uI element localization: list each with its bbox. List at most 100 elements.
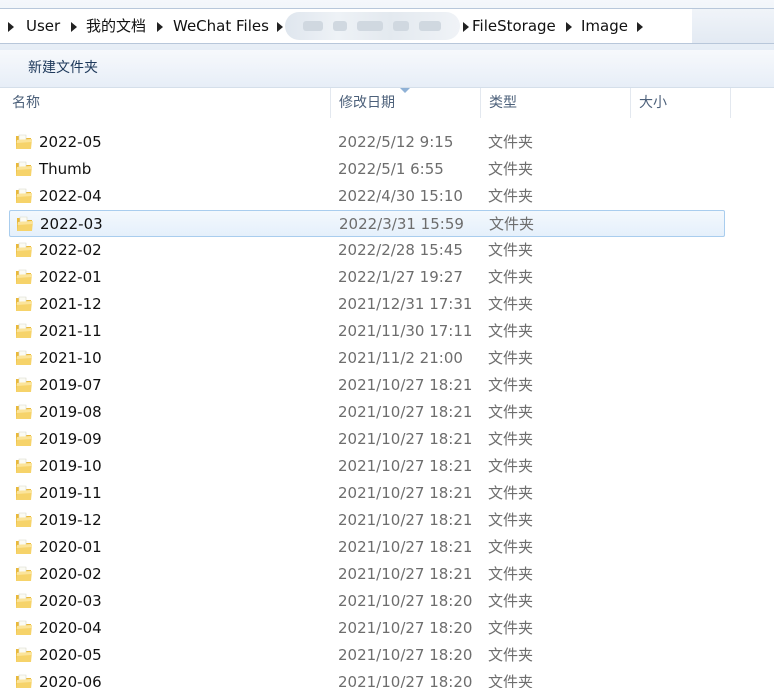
folder-icon xyxy=(14,268,34,286)
file-type: 文件夹 xyxy=(488,565,534,583)
breadcrumb-item-redacted[interactable] xyxy=(285,12,460,40)
file-type: 文件夹 xyxy=(488,403,534,421)
folder-icon xyxy=(14,403,34,421)
file-row[interactable]: 2019-08 2021/10/27 18:21 文件夹 xyxy=(0,399,774,426)
file-row[interactable]: 2022-05 2022/5/12 9:15 文件夹 xyxy=(0,129,774,156)
file-row[interactable]: 2021-10 2021/11/2 21:00 文件夹 xyxy=(0,345,774,372)
file-modified-date: 2021/10/27 18:21 xyxy=(338,565,473,583)
file-row[interactable]: 2020-01 2021/10/27 18:21 文件夹 xyxy=(0,534,774,561)
file-row[interactable]: 2019-11 2021/10/27 18:21 文件夹 xyxy=(0,480,774,507)
file-row[interactable]: 2020-05 2021/10/27 18:20 文件夹 xyxy=(0,642,774,669)
folder-icon xyxy=(14,187,34,205)
breadcrumb-separator-icon[interactable] xyxy=(277,22,283,32)
folder-icon xyxy=(14,376,34,394)
file-row[interactable]: 2022-04 2022/4/30 15:10 文件夹 xyxy=(0,183,774,210)
breadcrumb-item-image[interactable]: Image xyxy=(581,9,628,43)
file-row[interactable]: 2020-06 2021/10/27 18:20 文件夹 xyxy=(0,669,774,688)
file-modified-date: 2022/4/30 15:10 xyxy=(338,187,463,205)
file-modified-date: 2021/10/27 18:21 xyxy=(338,511,473,529)
file-type: 文件夹 xyxy=(488,484,534,502)
folder-icon xyxy=(14,646,34,664)
folder-icon xyxy=(14,538,34,556)
file-modified-date: 2021/10/27 18:20 xyxy=(338,646,473,664)
breadcrumb-item-user[interactable]: User xyxy=(26,9,60,43)
folder-icon xyxy=(14,511,34,529)
column-header-name[interactable]: 名称 xyxy=(4,88,331,118)
breadcrumb-item-wechat-files[interactable]: WeChat Files xyxy=(173,9,269,43)
file-modified-date: 2021/10/27 18:21 xyxy=(338,403,473,421)
file-row[interactable]: 2019-09 2021/10/27 18:21 文件夹 xyxy=(0,426,774,453)
file-name: 2019-12 xyxy=(39,511,102,529)
file-row[interactable]: 2020-03 2021/10/27 18:20 文件夹 xyxy=(0,588,774,615)
file-row[interactable]: 2019-07 2021/10/27 18:21 文件夹 xyxy=(0,372,774,399)
file-type: 文件夹 xyxy=(488,538,534,556)
file-type: 文件夹 xyxy=(488,430,534,448)
file-row[interactable]: 2020-02 2021/10/27 18:21 文件夹 xyxy=(0,561,774,588)
file-row[interactable]: 2022-01 2022/1/27 19:27 文件夹 xyxy=(0,264,774,291)
file-name: 2021-11 xyxy=(39,322,102,340)
breadcrumb-item-filestorage[interactable]: FileStorage xyxy=(472,9,556,43)
file-modified-date: 2021/11/30 17:11 xyxy=(338,322,473,340)
breadcrumb-item-my-documents[interactable]: 我的文档 xyxy=(86,9,146,43)
file-type: 文件夹 xyxy=(488,268,534,286)
file-modified-date: 2021/10/27 18:21 xyxy=(338,538,473,556)
breadcrumb[interactable]: User 我的文档 WeChat Files FileStorage Image xyxy=(0,8,693,44)
folder-icon xyxy=(14,592,34,610)
file-name: 2022-04 xyxy=(39,187,102,205)
folder-icon xyxy=(14,241,34,259)
file-name: 2021-10 xyxy=(39,349,102,367)
file-type: 文件夹 xyxy=(488,187,534,205)
column-header-type[interactable]: 类型 xyxy=(481,88,631,118)
file-name: Thumb xyxy=(39,160,92,178)
folder-icon xyxy=(14,430,34,448)
file-row[interactable]: 2020-04 2021/10/27 18:20 文件夹 xyxy=(0,615,774,642)
file-row[interactable]: Thumb 2022/5/1 6:55 文件夹 xyxy=(0,156,774,183)
file-name: 2022-01 xyxy=(39,268,102,286)
column-header-size[interactable]: 大小 xyxy=(631,88,731,118)
new-folder-button[interactable]: 新建文件夹 xyxy=(18,56,108,80)
file-row[interactable]: 2019-12 2021/10/27 18:21 文件夹 xyxy=(0,507,774,534)
folder-icon xyxy=(14,160,34,178)
address-bar-right-area xyxy=(692,8,774,44)
file-type: 文件夹 xyxy=(488,673,534,688)
address-bar: User 我的文档 WeChat Files FileStorage Image xyxy=(0,0,774,50)
file-name: 2021-12 xyxy=(39,295,102,313)
file-type: 文件夹 xyxy=(488,160,534,178)
file-modified-date: 2021/10/27 18:21 xyxy=(338,484,473,502)
breadcrumb-separator-icon[interactable] xyxy=(157,22,163,32)
file-modified-date: 2022/5/1 6:55 xyxy=(338,160,444,178)
folder-icon xyxy=(14,673,34,688)
folder-icon xyxy=(14,457,34,475)
folder-icon xyxy=(14,484,34,502)
breadcrumb-separator-icon[interactable] xyxy=(637,22,643,32)
folder-icon xyxy=(14,295,34,313)
file-name: 2019-07 xyxy=(39,376,102,394)
file-type: 文件夹 xyxy=(488,457,534,475)
file-name: 2020-01 xyxy=(39,538,102,556)
file-name: 2019-08 xyxy=(39,403,102,421)
breadcrumb-separator-icon[interactable] xyxy=(566,22,572,32)
file-type: 文件夹 xyxy=(488,295,534,313)
file-row[interactable]: 2019-10 2021/10/27 18:21 文件夹 xyxy=(0,453,774,480)
file-row[interactable]: 2021-12 2021/12/31 17:31 文件夹 xyxy=(0,291,774,318)
file-modified-date: 2021/11/2 21:00 xyxy=(338,349,463,367)
file-name: 2019-11 xyxy=(39,484,102,502)
file-row[interactable]: 2021-11 2021/11/30 17:11 文件夹 xyxy=(0,318,774,345)
file-name: 2022-05 xyxy=(39,133,102,151)
file-modified-date: 2021/12/31 17:31 xyxy=(338,295,473,313)
breadcrumb-separator-icon[interactable] xyxy=(463,22,469,32)
file-name: 2020-06 xyxy=(39,673,102,688)
toolbar: 新建文件夹 xyxy=(0,50,774,88)
breadcrumb-root-arrow-icon[interactable] xyxy=(8,22,14,32)
file-row[interactable]: 2022-03 2022/3/31 15:59 文件夹 xyxy=(9,210,725,237)
file-modified-date: 2021/10/27 18:20 xyxy=(338,592,473,610)
file-name: 2020-03 xyxy=(39,592,102,610)
file-modified-date: 2022/3/31 15:59 xyxy=(339,215,464,233)
breadcrumb-separator-icon[interactable] xyxy=(71,22,77,32)
file-name: 2019-09 xyxy=(39,430,102,448)
file-modified-date: 2021/10/27 18:21 xyxy=(338,430,473,448)
file-type: 文件夹 xyxy=(488,511,534,529)
file-modified-date: 2021/10/27 18:20 xyxy=(338,619,473,637)
folder-icon xyxy=(14,565,34,583)
file-row[interactable]: 2022-02 2022/2/28 15:45 文件夹 xyxy=(0,237,774,264)
